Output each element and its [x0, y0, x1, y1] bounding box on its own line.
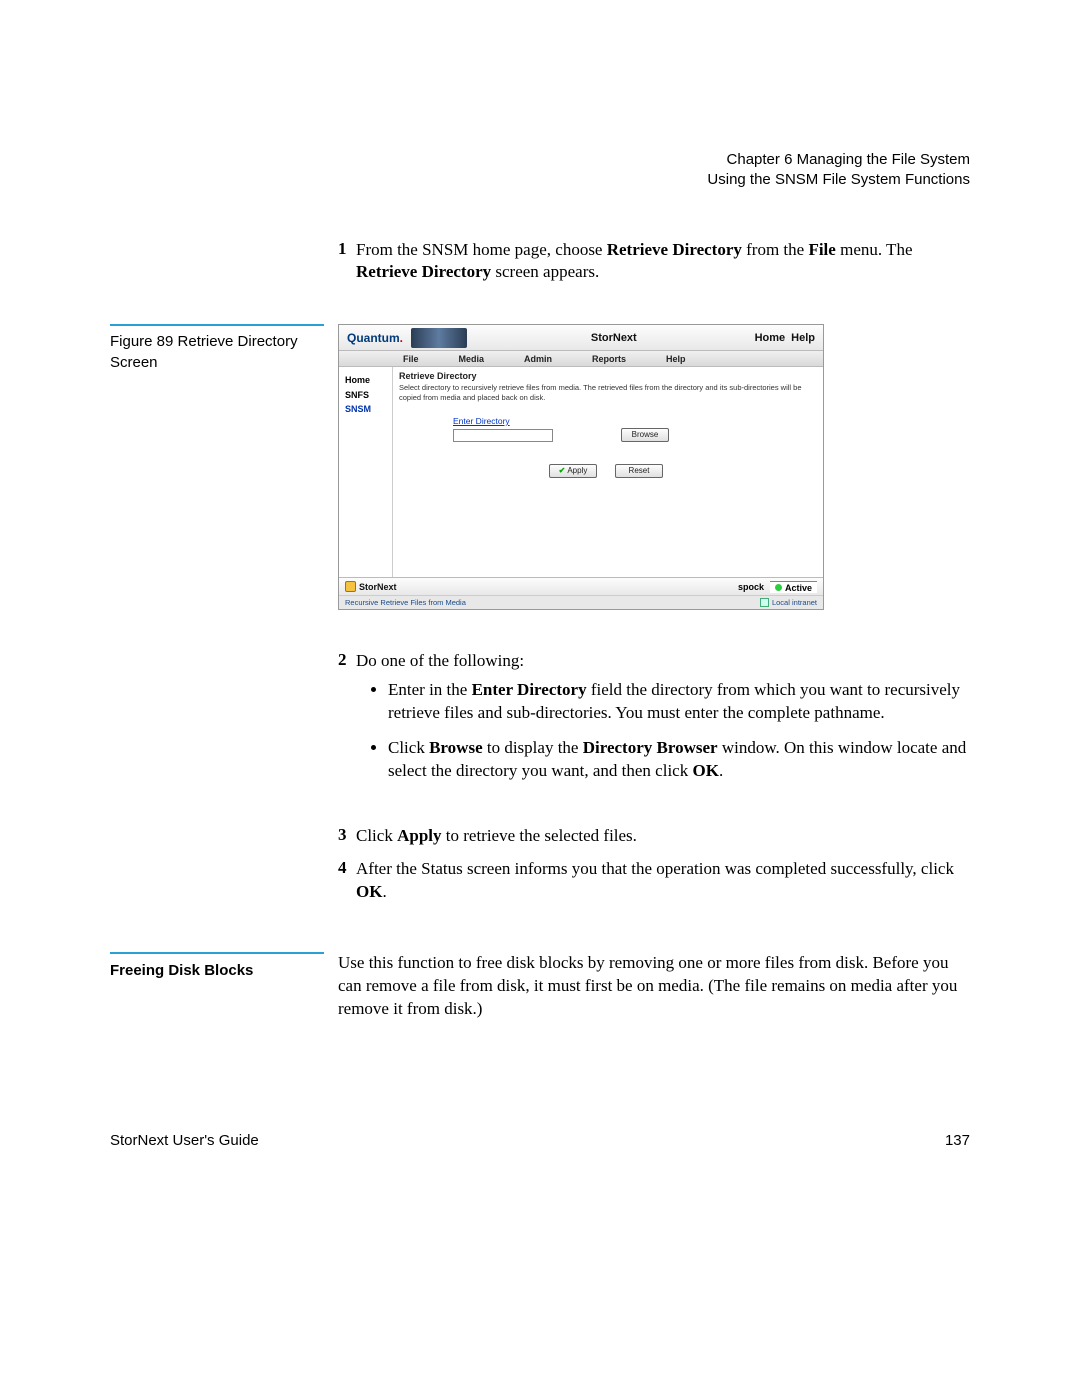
intranet-icon [760, 598, 769, 607]
status-text: Recursive Retrieve Files from Media [345, 598, 466, 607]
panel-description: Select directory to recursively retrieve… [399, 383, 813, 402]
step-text: From the SNSM home page, choose Retrieve… [356, 239, 970, 285]
host-name: spock [738, 582, 764, 592]
step-number: 1 [338, 239, 356, 285]
footer-left: StorNext User's Guide [110, 1132, 259, 1149]
menu-file[interactable]: File [403, 354, 419, 364]
step-2: 2 Do one of the following: Enter in the … [338, 650, 970, 795]
reset-button[interactable]: Reset [615, 464, 663, 478]
enter-directory-label[interactable]: Enter Directory [453, 416, 813, 426]
step-number: 4 [338, 858, 356, 904]
menu-admin[interactable]: Admin [524, 354, 552, 364]
step-1: 1 From the SNSM home page, choose Retrie… [338, 239, 970, 285]
chapter-line2: Using the SNSM File System Functions [110, 170, 970, 190]
stornext-icon [345, 581, 356, 592]
menu-media[interactable]: Media [459, 354, 485, 364]
section-paragraph: Use this function to free disk blocks by… [338, 952, 970, 1021]
zone-label: Local intranet [772, 598, 817, 607]
chapter-header: Chapter 6 Managing the File System Using… [110, 150, 970, 191]
status-badge: Active [770, 581, 817, 593]
main-panel: Retrieve Directory Select directory to r… [393, 367, 823, 577]
home-link[interactable]: Home [755, 332, 786, 344]
product-title: StorNext [473, 332, 755, 344]
step-text: After the Status screen informs you that… [356, 858, 970, 904]
step-4: 4 After the Status screen informs you th… [338, 858, 970, 904]
bullet-item: Enter in the Enter Directory field the d… [388, 679, 970, 725]
sidebar-home[interactable]: Home [345, 373, 388, 387]
step-3: 3 Click Apply to retrieve the selected f… [338, 825, 970, 848]
page-number: 137 [945, 1132, 970, 1149]
sidebar-snsm[interactable]: SNSM [345, 402, 388, 416]
retrieve-directory-screenshot: Quantum. StorNext Home Help File Media A… [338, 324, 824, 610]
help-link[interactable]: Help [791, 332, 815, 344]
menu-reports[interactable]: Reports [592, 354, 626, 364]
figure-caption: Figure 89 Retrieve Directory Screen [110, 324, 324, 373]
step-text: Click Apply to retrieve the selected fil… [356, 825, 970, 848]
apply-button[interactable]: ✔Apply [549, 464, 597, 478]
panel-title: Retrieve Directory [399, 371, 813, 381]
check-icon: ✔ [559, 465, 566, 477]
app-topbar: Quantum. StorNext Home Help [339, 325, 823, 351]
section-heading: Freeing Disk Blocks [110, 952, 324, 979]
browser-status-bar: Recursive Retrieve Files from Media Loca… [339, 595, 823, 609]
bullet-item: Click Browse to display the Directory Br… [388, 737, 970, 783]
enter-directory-input[interactable] [453, 429, 553, 442]
step-number: 3 [338, 825, 356, 848]
step-number: 2 [338, 650, 356, 795]
app-status-bar: StorNext spock Active [339, 577, 823, 595]
header-graphic [411, 328, 467, 348]
menubar: File Media Admin Reports Help [339, 351, 823, 367]
sidebar: Home SNFS SNSM [339, 367, 393, 577]
chapter-line1: Chapter 6 Managing the File System [110, 150, 970, 170]
status-dot-icon [775, 584, 782, 591]
step-text: Do one of the following: Enter in the En… [356, 650, 970, 795]
page-footer: StorNext User's Guide 137 [110, 1132, 970, 1149]
quantum-logo: Quantum. [339, 331, 411, 345]
browse-button[interactable]: Browse [621, 428, 669, 442]
footer-product: StorNext [359, 582, 397, 592]
menu-help[interactable]: Help [666, 354, 686, 364]
sidebar-snfs[interactable]: SNFS [345, 388, 388, 402]
